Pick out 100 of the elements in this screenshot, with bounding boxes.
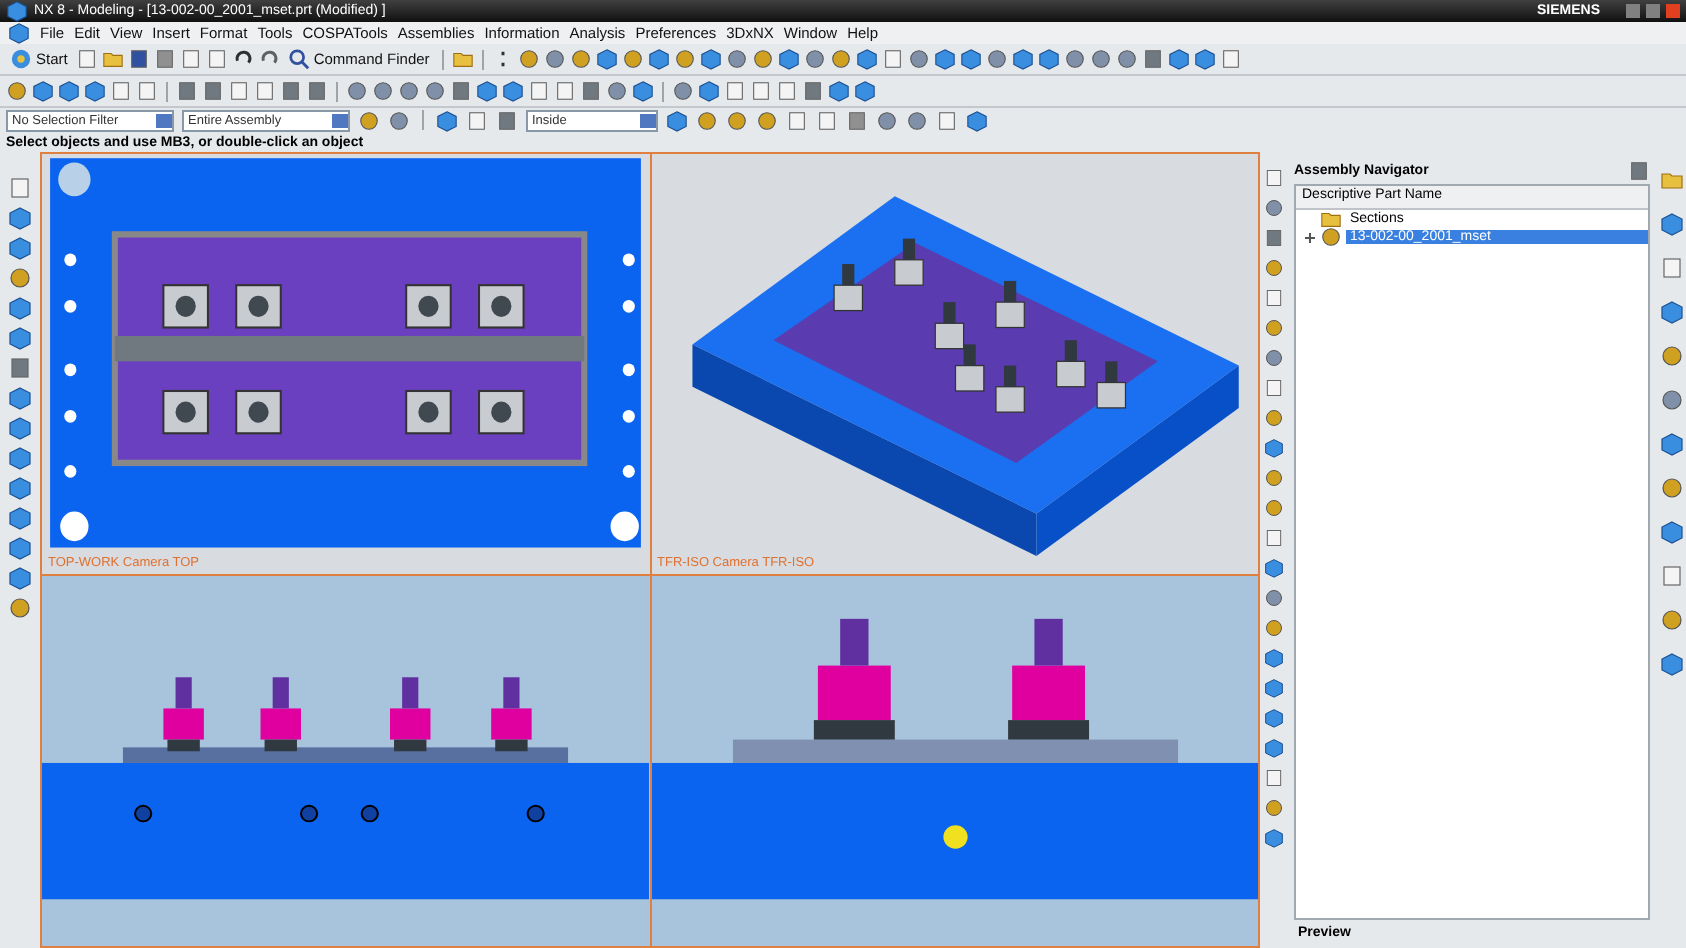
cube-icon[interactable] (1011, 48, 1034, 70)
viewport[interactable] (651, 576, 1258, 946)
cube-icon[interactable] (84, 80, 106, 102)
cube-icon[interactable] (8, 206, 32, 230)
cube-icon[interactable] (1659, 300, 1683, 324)
square-icon[interactable] (1628, 159, 1650, 181)
round-icon[interactable] (1659, 344, 1683, 368)
page-icon[interactable] (1264, 528, 1284, 548)
cube-icon[interactable] (1264, 438, 1284, 458)
circle-icon[interactable] (985, 48, 1008, 70)
round-icon[interactable] (756, 109, 778, 131)
cube-icon[interactable] (647, 48, 670, 70)
cube-icon[interactable] (32, 80, 54, 102)
cube-icon[interactable] (632, 80, 654, 102)
page-icon[interactable] (528, 80, 550, 102)
round-icon[interactable] (1320, 226, 1342, 248)
round-icon[interactable] (8, 596, 32, 620)
cube-icon[interactable] (58, 80, 80, 102)
page-icon[interactable] (228, 80, 250, 102)
square-icon[interactable] (8, 356, 32, 380)
circle-icon[interactable] (543, 48, 566, 70)
cube-icon[interactable] (828, 80, 850, 102)
cube-icon[interactable] (8, 296, 32, 320)
page-icon[interactable] (466, 109, 488, 131)
page-icon[interactable] (1219, 48, 1242, 70)
circle-icon[interactable] (1264, 588, 1284, 608)
circle-icon[interactable] (398, 80, 420, 102)
circle-icon[interactable] (876, 109, 898, 131)
cube-icon[interactable] (1659, 652, 1683, 676)
cube-icon[interactable] (1037, 48, 1060, 70)
page-icon[interactable] (724, 80, 746, 102)
page-icon[interactable] (254, 80, 276, 102)
cube-icon[interactable] (1659, 432, 1683, 456)
round-icon[interactable] (829, 48, 852, 70)
folder-icon[interactable] (451, 48, 474, 70)
page-icon[interactable] (1264, 288, 1284, 308)
square-icon[interactable] (1264, 228, 1284, 248)
page-icon[interactable] (1264, 378, 1284, 398)
round-icon[interactable] (8, 266, 32, 290)
page-icon[interactable] (1264, 168, 1284, 188)
round-icon[interactable] (517, 48, 540, 70)
square-icon[interactable] (802, 80, 824, 102)
round-icon[interactable] (751, 48, 774, 70)
page-icon[interactable] (554, 80, 576, 102)
circle-icon[interactable] (388, 109, 410, 131)
circle-icon[interactable] (1115, 48, 1138, 70)
square-icon[interactable] (306, 80, 328, 102)
circle-icon[interactable] (803, 48, 826, 70)
page-icon[interactable] (205, 48, 228, 70)
page-icon[interactable] (8, 176, 32, 200)
page-icon[interactable] (136, 80, 158, 102)
circle-icon[interactable] (1264, 348, 1284, 368)
cube-icon[interactable] (8, 536, 32, 560)
square-icon[interactable] (496, 109, 518, 131)
page-icon[interactable] (1659, 256, 1683, 280)
round-icon[interactable] (696, 109, 718, 131)
cube-icon[interactable] (8, 416, 32, 440)
circle-icon[interactable] (346, 80, 368, 102)
page-icon[interactable] (75, 48, 98, 70)
circle-icon[interactable] (1264, 198, 1284, 218)
square-icon[interactable] (202, 80, 224, 102)
circle-icon[interactable] (372, 80, 394, 102)
page-icon[interactable] (1264, 768, 1284, 788)
round-icon[interactable] (1264, 408, 1284, 428)
cube-icon[interactable] (777, 48, 800, 70)
page-icon[interactable] (1659, 564, 1683, 588)
page-icon[interactable] (110, 80, 132, 102)
cube-icon[interactable] (698, 80, 720, 102)
cube-icon[interactable] (1264, 828, 1284, 848)
cube-icon[interactable] (855, 48, 878, 70)
round-icon[interactable] (1264, 618, 1284, 638)
page-icon[interactable] (936, 109, 958, 131)
square-icon[interactable] (1141, 48, 1164, 70)
cube-icon[interactable] (959, 48, 982, 70)
page-icon[interactable] (179, 48, 202, 70)
circle-icon[interactable] (424, 80, 446, 102)
square-icon[interactable] (280, 80, 302, 102)
cube-icon[interactable] (1659, 212, 1683, 236)
page-icon[interactable] (816, 109, 838, 131)
cube-icon[interactable] (8, 506, 32, 530)
round-icon[interactable] (1264, 258, 1284, 278)
cube-icon[interactable] (1264, 558, 1284, 578)
circle-icon[interactable] (1063, 48, 1086, 70)
page-icon[interactable] (881, 48, 904, 70)
circle-icon[interactable] (907, 48, 930, 70)
round-icon[interactable] (726, 109, 748, 131)
round-icon[interactable] (1264, 318, 1284, 338)
cube-icon[interactable] (595, 48, 618, 70)
cube-icon[interactable] (699, 48, 722, 70)
circle-icon[interactable] (1659, 388, 1683, 412)
round-icon[interactable] (1264, 798, 1284, 818)
round-icon[interactable] (358, 109, 380, 131)
page-icon[interactable] (776, 80, 798, 102)
viewport[interactable] (42, 576, 649, 946)
cube-icon[interactable] (1167, 48, 1190, 70)
cube-icon[interactable] (8, 446, 32, 470)
circle-icon[interactable] (606, 80, 628, 102)
cube-icon[interactable] (476, 80, 498, 102)
cube-icon[interactable] (8, 476, 32, 500)
cube-icon[interactable] (933, 48, 956, 70)
